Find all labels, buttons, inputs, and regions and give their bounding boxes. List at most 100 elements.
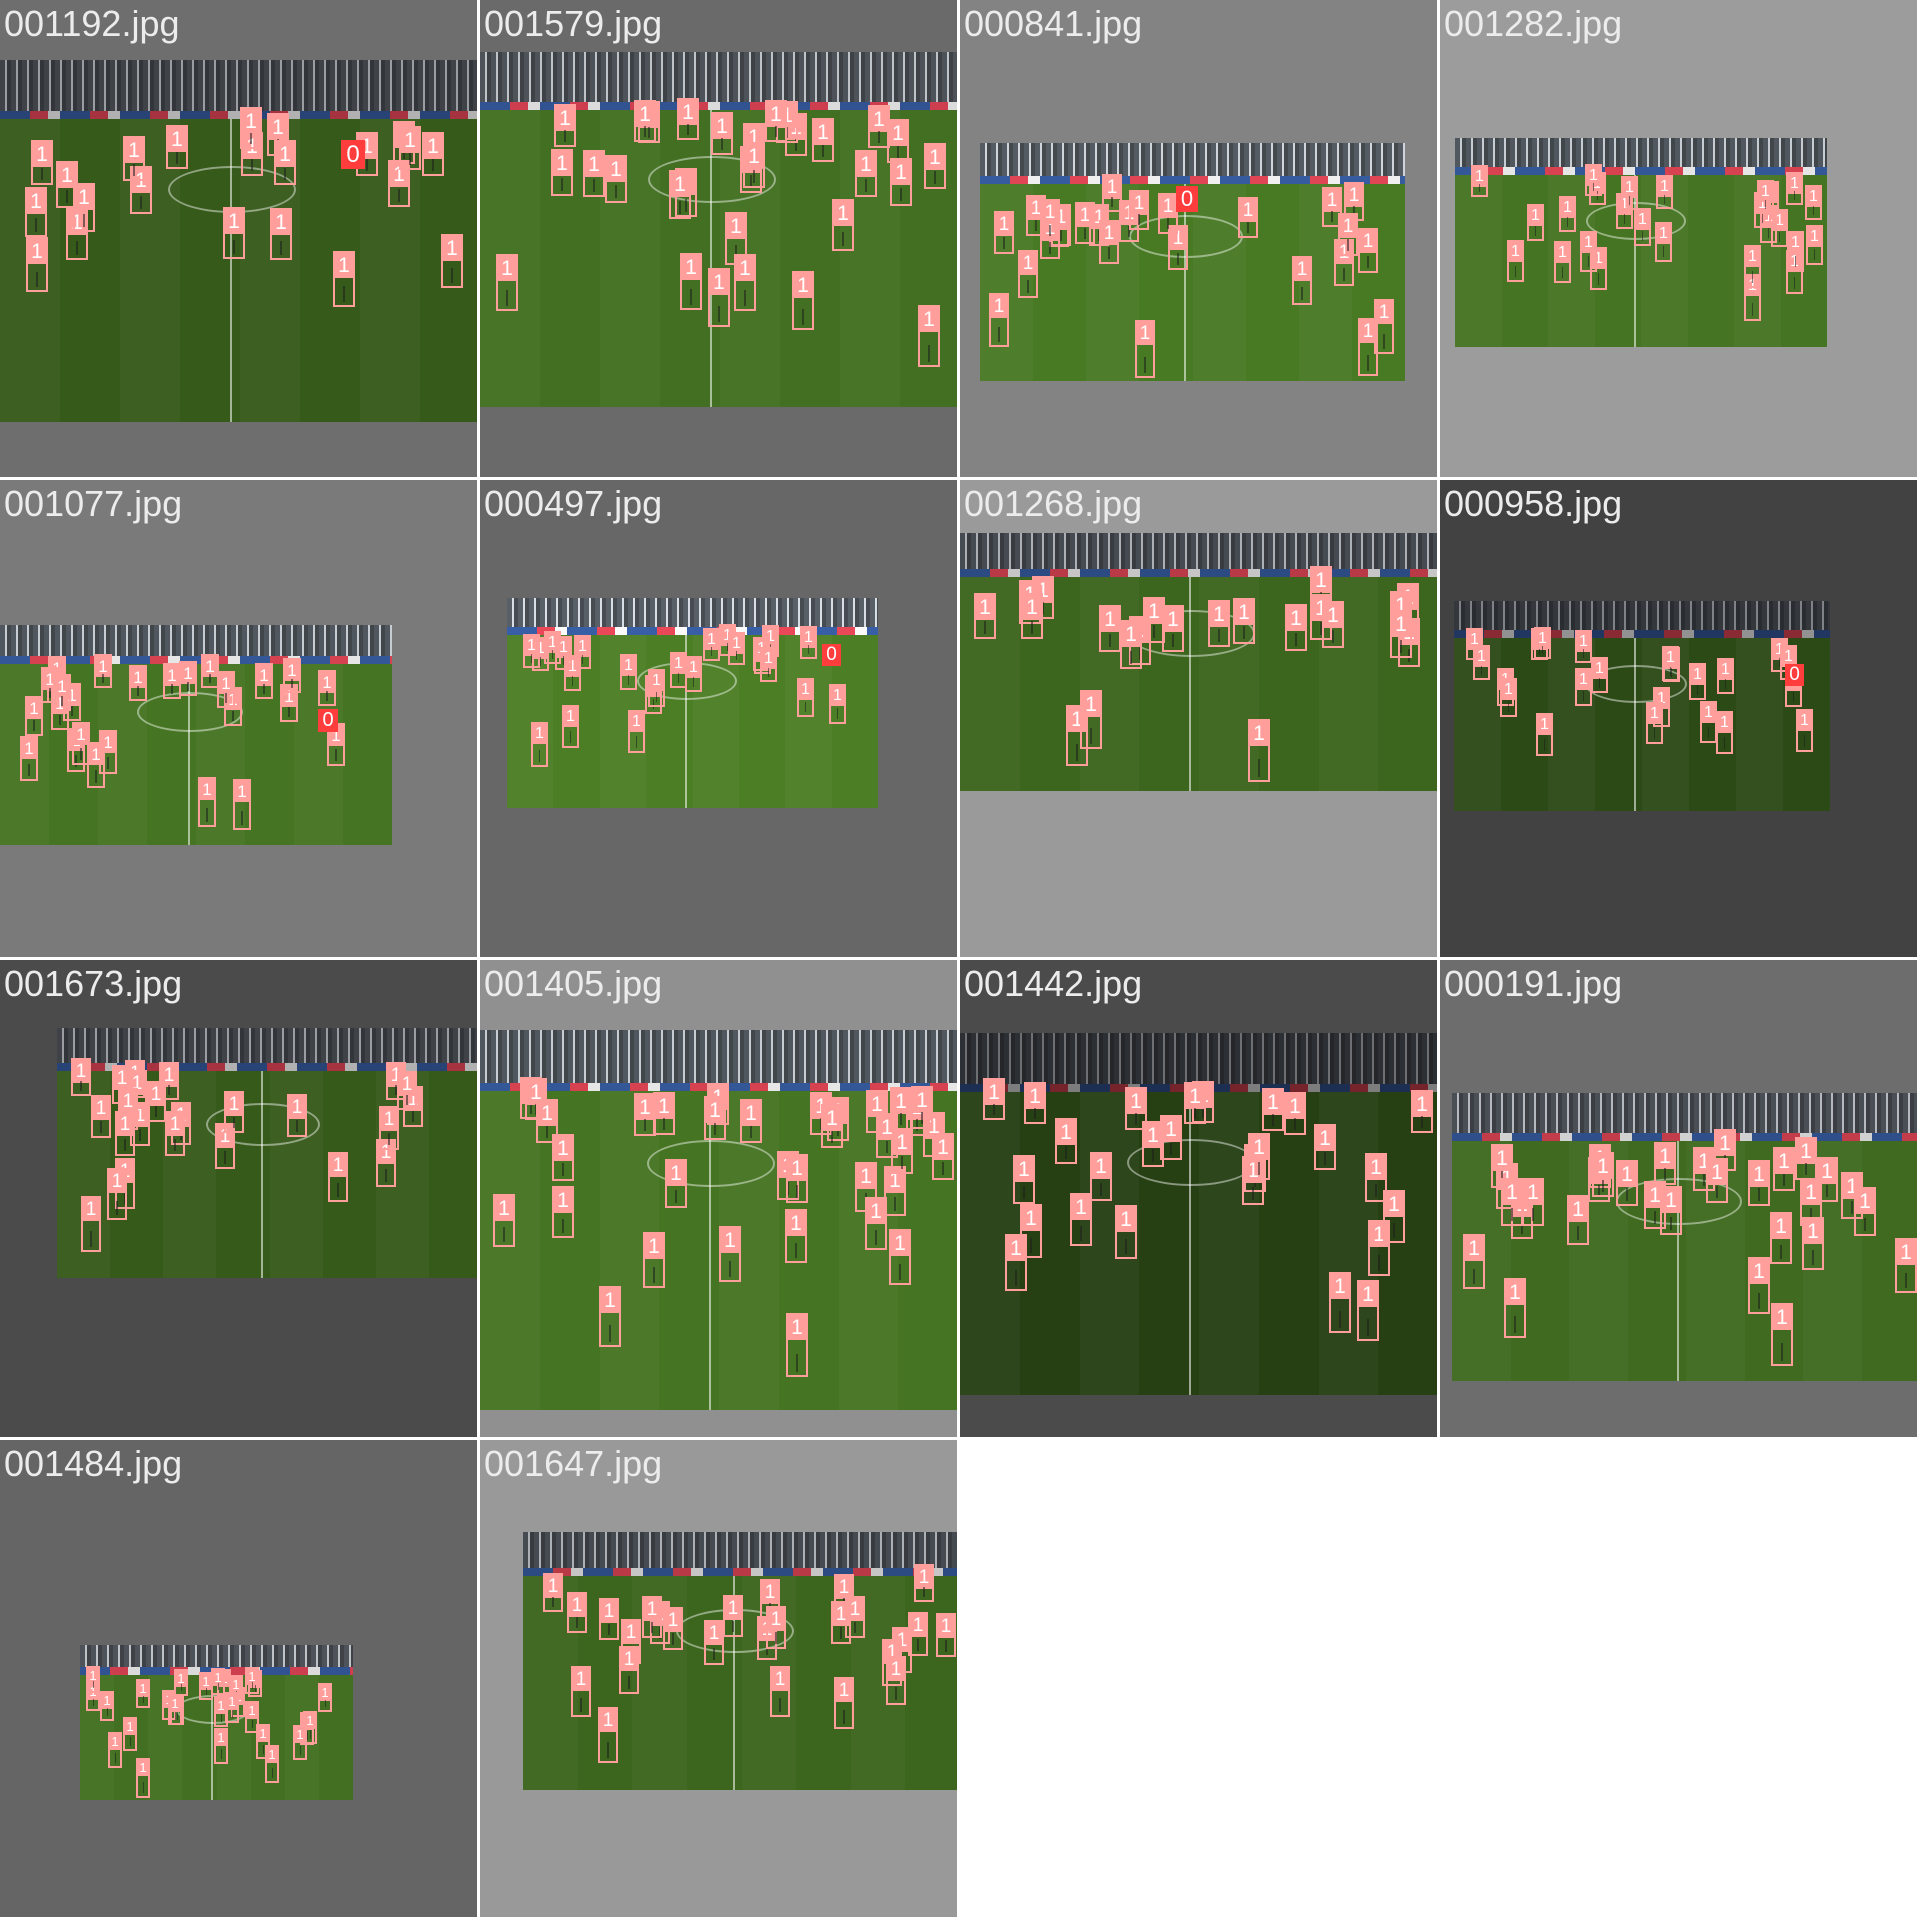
player-silhouette xyxy=(1561,266,1564,278)
player-silhouette xyxy=(635,736,638,748)
player-silhouette xyxy=(744,290,746,306)
stadium-photo: 111111111111111111111111111111 xyxy=(1452,1093,1917,1381)
player-detection-box: 1 xyxy=(1744,245,1761,288)
player-detection-box: 1 xyxy=(855,150,877,197)
player-silhouette xyxy=(1566,217,1569,227)
detection-class-label: 1 xyxy=(878,1115,896,1140)
player-detection-box: 1 xyxy=(1591,657,1608,693)
player-silhouette xyxy=(171,684,173,694)
player-silhouette xyxy=(1592,182,1595,191)
detection-class-label: 1 xyxy=(1015,1157,1033,1182)
detection-class-label: 1 xyxy=(165,665,179,686)
player-silhouette xyxy=(1218,629,1220,642)
detection-class-label: 1 xyxy=(794,273,812,298)
player-detection-box: 1 xyxy=(829,684,846,724)
player-silhouette xyxy=(984,621,986,634)
detection-class-label: 1 xyxy=(1235,600,1253,625)
player-detection-box: 1 xyxy=(123,1717,137,1751)
player-silhouette xyxy=(1060,229,1062,241)
player-silhouette xyxy=(900,1113,902,1125)
player-detection-box: 1 xyxy=(994,211,1014,254)
player-silhouette xyxy=(1654,1210,1656,1224)
detection-class-label: 1 xyxy=(1137,322,1153,345)
tile-filename: 001442.jpg xyxy=(964,963,1143,1004)
player-detection-box: 1 xyxy=(719,1226,741,1282)
player-detection-box: 1 xyxy=(599,1598,619,1640)
player-detection-box: 1 xyxy=(1554,241,1571,283)
player-silhouette xyxy=(581,655,584,664)
detection-class-label: 1 xyxy=(1022,1206,1040,1231)
player-silhouette xyxy=(432,159,434,171)
player-detection-box: 1 xyxy=(1322,187,1342,227)
player-silhouette xyxy=(412,1110,414,1122)
player-detection-box: 1 xyxy=(399,126,421,170)
player-detection-box: 1 xyxy=(1796,709,1813,752)
detection-class-label: 1 xyxy=(75,185,93,210)
detection-class-label: 1 xyxy=(706,1622,722,1645)
player-silhouette xyxy=(677,673,680,683)
player-silhouette xyxy=(174,1138,176,1151)
detection-class-label: 1 xyxy=(768,1608,784,1631)
player-silhouette xyxy=(580,1697,582,1712)
player-silhouette xyxy=(721,138,723,150)
player-detection-box: 1 xyxy=(1522,1178,1544,1226)
player-silhouette xyxy=(251,159,253,171)
player-detection-box: 1 xyxy=(1080,690,1102,749)
detection-class-label: 1 xyxy=(630,712,643,732)
detection-class-label: 1 xyxy=(762,1581,778,1604)
player-silhouette xyxy=(690,289,692,305)
detection-class-label: 1 xyxy=(713,114,731,139)
player-silhouette xyxy=(59,714,61,725)
player-silhouette xyxy=(1049,242,1051,254)
player-silhouette xyxy=(655,691,658,702)
player-detection-box: 1 xyxy=(886,1656,906,1705)
player-silhouette xyxy=(615,184,617,198)
player-detection-box: 1 xyxy=(72,722,90,765)
player-silhouette xyxy=(843,1709,845,1724)
detection-class-label: 1 xyxy=(867,1199,885,1224)
detection-class-label: 1 xyxy=(1117,1207,1135,1232)
player-silhouette xyxy=(1125,1239,1127,1254)
detection-class-label: 1 xyxy=(727,214,745,239)
stadium-photo: 111111111111111111111111110 xyxy=(0,625,392,845)
detection-class-label: 1 xyxy=(1493,1146,1511,1171)
player-silhouette xyxy=(124,1138,126,1151)
detection-class-label: 1 xyxy=(1122,622,1140,647)
player-silhouette xyxy=(530,654,533,663)
player-detection-box: 1 xyxy=(1656,175,1673,209)
halfway-line xyxy=(1634,638,1636,811)
player-detection-box: 1 xyxy=(1771,1303,1793,1366)
player-silhouette xyxy=(1826,1184,1828,1197)
player-silhouette xyxy=(679,200,681,214)
player-detection-box: 1 xyxy=(1184,1082,1206,1124)
detection-class-label: 1 xyxy=(1294,258,1310,281)
detection-class-label: 0 xyxy=(346,141,360,168)
detection-class-label: 1 xyxy=(1582,233,1595,253)
player-detection-box: 1 xyxy=(1646,702,1663,744)
player-detection-box: 1 xyxy=(1162,605,1184,652)
player-silhouette xyxy=(1751,271,1754,283)
player-detection-box: 1 xyxy=(1805,185,1822,220)
player-silhouette xyxy=(1138,214,1140,225)
player-silhouette xyxy=(831,1131,833,1143)
player-detection-box: 1 xyxy=(223,207,245,259)
detection-class-label: 1 xyxy=(725,1597,741,1620)
player-detection-box: 1 xyxy=(983,1078,1005,1120)
player-detection-box: 1 xyxy=(543,1573,563,1612)
ball-detection-box: 0 xyxy=(822,644,841,666)
player-silhouette xyxy=(1383,333,1385,349)
player-detection-box: 1 xyxy=(1018,250,1038,298)
player-detection-box: 1 xyxy=(552,1186,574,1238)
player-detection-box: 1 xyxy=(31,140,53,185)
player-detection-box: 1 xyxy=(685,656,702,692)
detection-class-label: 1 xyxy=(28,239,46,264)
player-detection-box: 1 xyxy=(704,1096,726,1140)
player-silhouette xyxy=(35,218,37,232)
detection-class-label: 1 xyxy=(533,724,546,744)
detection-class-label: 1 xyxy=(1264,1090,1282,1115)
player-silhouette xyxy=(897,146,899,158)
player-silhouette xyxy=(114,1753,116,1763)
detection-class-label: 1 xyxy=(1808,227,1821,247)
detection-class-label: 1 xyxy=(836,1679,852,1702)
detection-class-label: 1 xyxy=(89,744,103,765)
